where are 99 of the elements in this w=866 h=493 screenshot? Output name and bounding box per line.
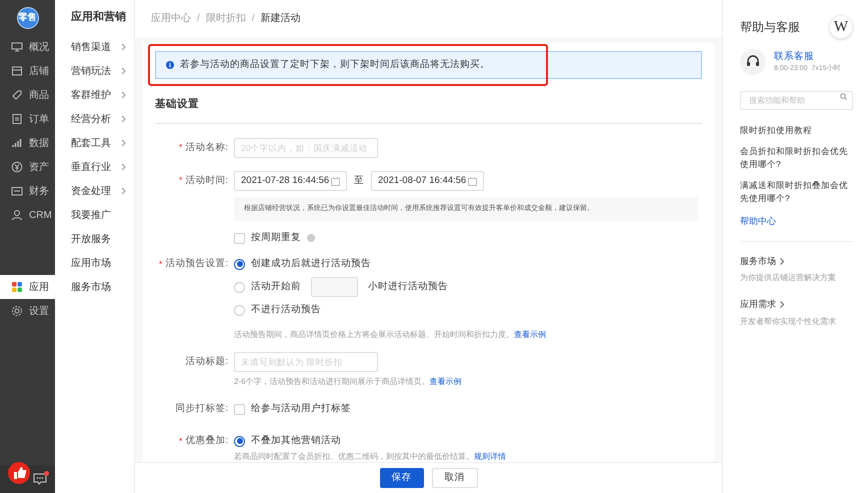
document-icon [11, 113, 23, 125]
calendar-icon [331, 176, 340, 186]
example-link[interactable]: 查看示例 [430, 376, 462, 388]
thumbs-up-icon[interactable] [8, 462, 30, 484]
chat-icon[interactable] [33, 473, 47, 485]
radio-label: 活动开始前 [251, 280, 301, 294]
yen-icon [11, 161, 23, 173]
submenu-item[interactable]: 开放服务 [55, 227, 134, 251]
nav-item[interactable]: CRM [0, 203, 55, 227]
field-label: 同步打标签: [175, 402, 228, 416]
breadcrumb-separator: / [252, 12, 255, 26]
required-mark: * [178, 141, 182, 154]
chevron-icon [121, 43, 126, 51]
nav-item[interactable]: 资产 [0, 155, 55, 179]
store-logo[interactable]: 零售 [16, 6, 38, 28]
monitor-icon [11, 41, 23, 53]
submenu-item[interactable]: 经营分析 [55, 107, 134, 131]
save-button[interactable]: 保存 [380, 468, 424, 488]
submenu-item[interactable]: 服务市场 [55, 275, 134, 299]
checkbox-label: 给参与活动用户打标签 [251, 402, 351, 416]
radio-label: 创建成功后就进行活动预告 [251, 257, 371, 272]
hours-field[interactable] [311, 277, 358, 298]
contact-link[interactable]: 联系客服 [774, 50, 841, 64]
chevron-icon [780, 258, 784, 265]
checkbox-label: 按周期重复 [251, 231, 301, 245]
nav-item[interactable]: 概况 [0, 35, 55, 59]
nav-item[interactable]: 订单 [0, 107, 55, 131]
field-label: 优惠叠加: [185, 434, 228, 448]
breadcrumb-current: 新建活动 [260, 12, 301, 26]
hint-text: 2-6个字，活动预告和活动进行期间展示于商品详情页。 [234, 376, 430, 388]
submenu-title: 应用和营销 [71, 10, 126, 26]
section-description: 为你提供店铺运营解决方案 [740, 272, 837, 284]
settings-icon [11, 305, 23, 317]
chevron-icon [121, 91, 126, 99]
submenu-item[interactable]: 配套工具 [55, 131, 134, 155]
nav-item[interactable]: 财务 [0, 179, 55, 203]
breadcrumb-separator: / [197, 12, 200, 26]
submenu-item[interactable]: 营销玩法 [55, 59, 134, 83]
chevron-icon [780, 301, 784, 308]
radio-suffix: 小时进行活动预告 [368, 280, 448, 294]
hint-text: 若商品同时配置了会员折扣、优惠二维码，则按其中的最低价结算。 [234, 451, 474, 464]
submenu-item[interactable]: 我要推广 [55, 203, 134, 227]
bar-chart-icon [11, 137, 23, 149]
chevron-icon [121, 67, 126, 75]
nav-item[interactable]: 店铺 [0, 59, 55, 83]
store-icon [11, 65, 23, 77]
cancel-button[interactable]: 取消 [432, 468, 478, 488]
section-description: 开发者帮你实现个性化需求 [740, 316, 837, 328]
help-center-link[interactable]: 帮助中心 [740, 215, 853, 228]
example-link[interactable]: 查看示例 [514, 329, 546, 342]
submenu-item[interactable]: 销售渠道 [55, 35, 134, 59]
submenu-item[interactable]: 客群维护 [55, 83, 134, 107]
submenu-item[interactable]: 垂直行业 [55, 155, 134, 179]
info-icon [166, 61, 174, 69]
chevron-icon [121, 115, 126, 123]
radio-label: 不进行活动预告 [251, 303, 321, 318]
example-link[interactable]: 规则详情 [474, 451, 506, 464]
nav-item[interactable]: 应用 [0, 275, 55, 299]
section-link[interactable]: 服务市场 [740, 254, 853, 268]
brand-logo: W [829, 15, 853, 39]
radio-button[interactable] [234, 436, 245, 447]
required-mark: * [178, 174, 182, 188]
radio-button[interactable] [234, 258, 245, 270]
search-icon [840, 93, 847, 100]
nav-item[interactable]: 设置 [0, 299, 55, 323]
range-separator: 至 [354, 174, 364, 188]
submenu-item[interactable]: 资金处理 [55, 179, 134, 203]
date-field[interactable]: 2021-08-07 16:44:56 [371, 171, 484, 191]
field-label: 活动预告设置: [165, 257, 228, 272]
help-article-link[interactable]: 限时折扣使用教程 [740, 124, 853, 137]
calendar-icon [468, 176, 477, 186]
chevron-icon [121, 187, 126, 195]
user-icon [11, 209, 23, 221]
chevron-icon [121, 139, 126, 147]
wallet-icon [11, 185, 23, 197]
nav-item[interactable]: 数据 [0, 131, 55, 155]
date-field[interactable]: 2021-07-28 16:44:56 [234, 171, 347, 191]
submenu-item[interactable]: 应用市场 [55, 251, 134, 275]
headset-icon[interactable] [740, 49, 766, 75]
field-label: 活动时间: [185, 174, 228, 188]
help-article-link[interactable]: 满减送和限时折扣叠加会优先使用哪个? [740, 179, 853, 205]
hint-text: 活动预告期间，商品详情页价格上方将会展示活动标题、开始时间和折扣力度。 [234, 329, 514, 342]
grid-icon [11, 281, 23, 293]
required-mark: * [158, 258, 162, 270]
help-article-link[interactable]: 会员折扣和限时折扣会优先使用哪个? [740, 145, 853, 171]
tag-icon [11, 89, 23, 101]
radio-label: 不叠加其他营销活动 [251, 434, 341, 448]
section-title: 基础设置 [155, 98, 199, 110]
checkbox[interactable] [234, 404, 245, 415]
notice-text: 若参与活动的商品设置了定时下架，则下架时间后该商品将无法购买。 [180, 58, 490, 72]
field-label: 活动名称: [185, 140, 228, 155]
nav-item[interactable]: 商品 [0, 83, 55, 107]
section-link[interactable]: 应用需求 [740, 298, 853, 312]
chevron-icon [121, 163, 126, 171]
required-mark: * [178, 434, 182, 448]
field-label: 活动标题: [185, 355, 228, 370]
search-field[interactable]: 搜索功能和帮助 [740, 91, 853, 110]
panel-title: 帮助与客服 [740, 19, 800, 36]
checkbox[interactable] [234, 232, 245, 244]
